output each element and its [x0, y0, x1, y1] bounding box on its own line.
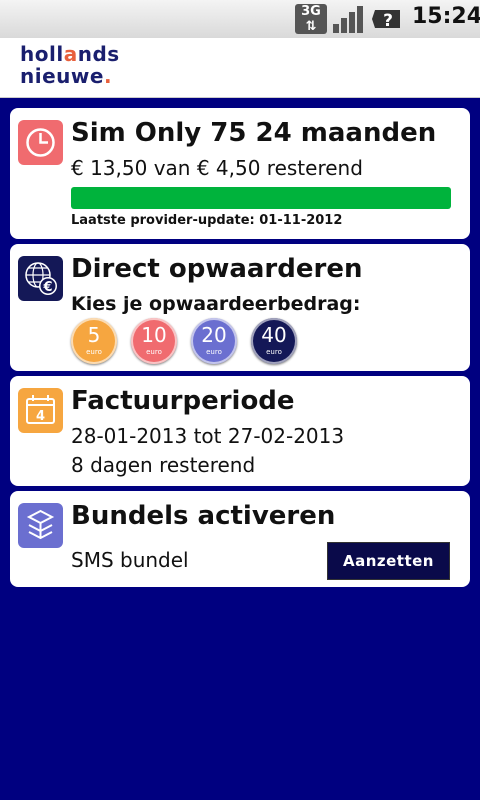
svg-text:4: 4 [36, 409, 45, 424]
topup-coin-10[interactable]: 10 euro [131, 318, 177, 364]
billing-period: 28-01-2013 tot 27-02-2013 [71, 424, 345, 448]
billing-card[interactable]: 4 Factuurperiode 28-01-2013 tot 27-02-20… [10, 376, 470, 486]
subscription-card[interactable]: Sim Only 75 24 maanden € 13,50 van € 4,5… [10, 108, 470, 239]
subscription-title: Sim Only 75 24 maanden [71, 118, 437, 148]
topup-prompt: Kies je opwaardeerbedrag: [71, 293, 361, 315]
3g-data-icon: 3G ⇅ [295, 4, 327, 34]
balance-text: € 13,50 van € 4,50 resterend [71, 156, 363, 180]
billing-remaining: 8 dagen resterend [71, 453, 256, 477]
topup-coin-20[interactable]: 20 euro [191, 318, 237, 364]
globe-euro-icon: € [18, 256, 63, 301]
app-header: hollands nieuwe. [0, 38, 480, 98]
topup-coin-40[interactable]: 40 euro [251, 318, 297, 364]
svg-text:?: ? [383, 11, 393, 31]
bundles-card: Bundels activeren SMS bundel Aanzetten [10, 491, 470, 587]
sms-bundle-label: SMS bundel [71, 548, 189, 572]
bundles-title: Bundels activeren [71, 501, 336, 531]
provider-update-text: Laatste provider-update: 01-11-2012 [71, 213, 343, 228]
hollands-nieuwe-logo: hollands nieuwe. [20, 42, 120, 88]
topup-card: € Direct opwaarderen Kies je opwaardeerb… [10, 244, 470, 371]
svg-text:€: € [42, 280, 52, 295]
clock-icon [18, 120, 63, 165]
balance-progress-bar [71, 187, 451, 209]
status-time: 15:24 [412, 4, 480, 29]
topup-coin-5[interactable]: 5 euro [71, 318, 117, 364]
signal-icon [333, 6, 363, 33]
activate-sms-bundle-button[interactable]: Aanzetten [327, 542, 450, 580]
status-bar: 3G ⇅ ? 15:24 [0, 0, 480, 38]
calendar-icon: 4 [18, 388, 63, 433]
balance-progress-fill [71, 187, 451, 209]
help-icon: ? [372, 10, 400, 31]
topup-title: Direct opwaarderen [71, 254, 363, 284]
bundle-box-icon [18, 503, 63, 548]
billing-title: Factuurperiode [71, 386, 295, 416]
